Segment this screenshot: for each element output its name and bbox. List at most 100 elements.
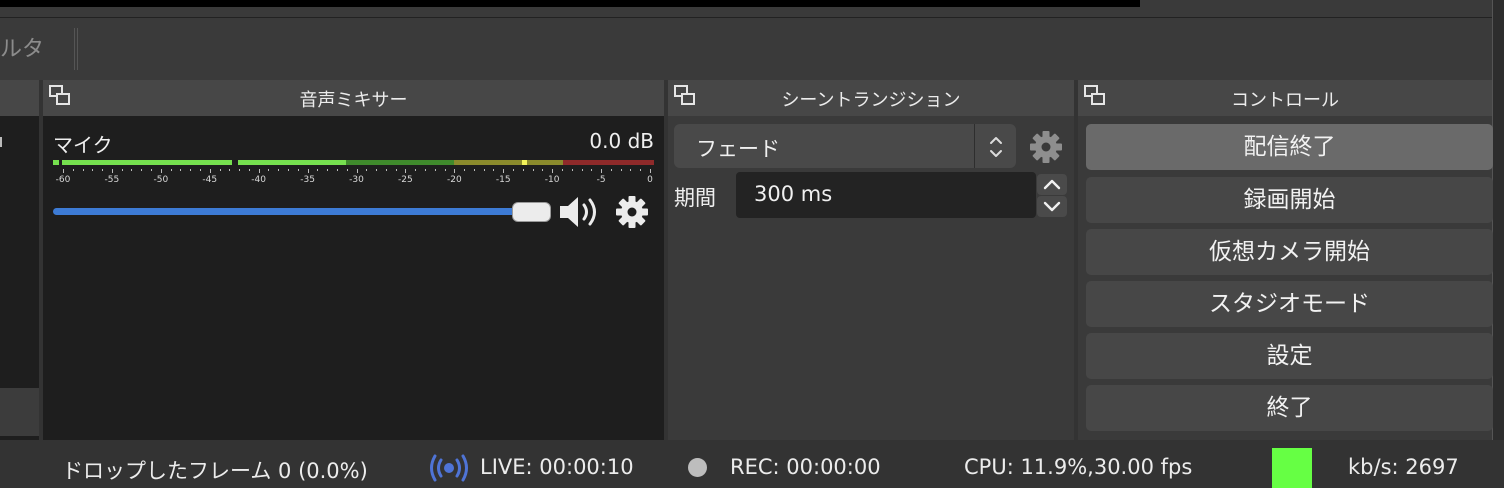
audio-mixer-dock-title: 音声ミキサー — [43, 80, 664, 116]
meter-tick-mark — [229, 169, 231, 171]
duration-value: 300 ms — [754, 182, 833, 206]
meter-tick-mark — [561, 169, 563, 171]
preview-canvas — [0, 0, 1140, 7]
meter-tick-label: 0 — [647, 175, 653, 185]
meter-tick-mark — [258, 169, 260, 173]
live-status: LIVE: 00:00:10 — [480, 455, 634, 479]
meter-tick-label: -60 — [55, 175, 71, 185]
meter-tick-mark — [415, 169, 417, 171]
chevron-up-icon — [1043, 179, 1061, 190]
meter-segment — [62, 160, 232, 165]
meter-tick-mark — [180, 169, 182, 171]
meter-tick-mark — [630, 169, 632, 171]
meter-tick-mark — [424, 169, 426, 171]
meter-tick-mark — [278, 169, 280, 171]
live-broadcast-icon — [430, 454, 468, 482]
meter-tick-mark — [327, 169, 329, 171]
meter-tick-mark — [141, 169, 143, 171]
meter-tick-mark — [493, 169, 495, 171]
toolbar-separator — [74, 28, 78, 70]
meter-tick-mark — [209, 169, 211, 173]
meter-tick-mark — [346, 169, 348, 171]
gear-icon[interactable] — [615, 195, 649, 229]
filters-button-label[interactable]: ルタ — [0, 31, 44, 63]
meter-segment — [454, 160, 524, 165]
meter-tick-mark — [434, 169, 436, 171]
meter-tick-mark — [532, 169, 534, 171]
meter-tick-mark — [503, 169, 505, 173]
meter-tick-mark — [591, 169, 593, 171]
gear-icon[interactable] — [1029, 130, 1063, 164]
meter-tick-mark — [620, 169, 622, 171]
meter-tick-mark — [336, 169, 338, 171]
meter-tick-mark — [219, 169, 221, 171]
duration-label: 期間 — [674, 186, 716, 210]
meter-tick-mark — [601, 169, 603, 173]
start-recording-button[interactable]: 録画開始 — [1086, 177, 1493, 223]
meter-tick-mark — [454, 169, 456, 173]
settings-button[interactable]: 設定 — [1086, 333, 1493, 379]
meter-tick-label: -55 — [104, 175, 120, 185]
meter-tick-label: -25 — [398, 175, 413, 185]
meter-tick-label: -50 — [153, 175, 169, 185]
meter-tick-label: -30 — [349, 175, 364, 185]
meter-tick-mark — [444, 169, 446, 171]
source-item-marker — [0, 137, 2, 147]
exit-button[interactable]: 終了 — [1086, 385, 1493, 431]
speaker-icon[interactable] — [558, 194, 606, 230]
meter-tick-label: -15 — [495, 175, 511, 185]
meter-tick-mark — [111, 169, 113, 173]
volume-slider-handle[interactable] — [512, 202, 551, 222]
vertical-scrollbar[interactable] — [1492, 0, 1504, 440]
scene-transitions-dock-title: シーントランジション — [668, 80, 1074, 116]
dropped-frames-status: ドロップしたフレーム 0 (0.0%) — [62, 459, 368, 483]
sources-dock-title — [0, 80, 39, 116]
meter-segment — [346, 160, 454, 165]
meter-tick-mark — [513, 169, 515, 171]
meter-tick-mark — [483, 169, 485, 171]
meter-tick-mark — [640, 169, 642, 171]
meter-tick-mark — [552, 169, 554, 173]
meter-tick-mark — [170, 169, 172, 171]
meter-tick-mark — [376, 169, 378, 171]
start-virtual-camera-button[interactable]: 仮想カメラ開始 — [1086, 229, 1493, 275]
volume-slider-track[interactable] — [53, 208, 518, 215]
meter-segment — [53, 160, 59, 165]
chevron-updown-icon — [990, 137, 1002, 157]
meter-tick-mark — [190, 169, 192, 171]
meter-tick-mark — [239, 169, 241, 171]
select-divider — [974, 124, 975, 168]
meter-tick-mark — [151, 169, 153, 171]
bitrate-indicator — [1272, 448, 1312, 488]
channel-name: マイク — [53, 133, 113, 157]
audio-mixer-title: 音声ミキサー — [299, 90, 408, 111]
meter-tick-label: -10 — [544, 175, 560, 185]
meter-tick-mark — [581, 169, 583, 171]
cpu-status: CPU: 11.9%,30.00 fps — [964, 455, 1193, 479]
meter-tick-mark — [82, 169, 84, 171]
meter-tick-mark — [92, 169, 94, 171]
meter-tick-mark — [610, 169, 612, 171]
controls-dock-title: コントロール — [1078, 80, 1492, 116]
channel-level: 0.0 dB — [589, 129, 654, 153]
meter-tick-mark — [473, 169, 475, 171]
meter-tick-mark — [268, 169, 270, 171]
meter-tick-mark — [131, 169, 133, 171]
meter-tick-mark — [405, 169, 407, 173]
meter-tick-mark — [542, 169, 544, 171]
scene-transitions-title: シーントランジション — [781, 90, 961, 111]
duration-decrement-button[interactable] — [1037, 196, 1067, 217]
meter-tick-mark — [317, 169, 319, 171]
bitrate-status: kb/s: 2697 — [1348, 455, 1459, 479]
meter-tick-mark — [366, 169, 368, 171]
controls-title: コントロール — [1231, 90, 1339, 111]
sources-toolbar-button[interactable] — [0, 388, 39, 436]
chevron-down-icon — [1043, 201, 1061, 212]
meter-tick-mark — [63, 169, 64, 173]
meter-tick-mark — [356, 169, 358, 173]
stop-streaming-button[interactable]: 配信終了 — [1086, 124, 1493, 170]
meter-tick-mark — [464, 169, 466, 171]
duration-increment-button[interactable] — [1037, 174, 1067, 195]
studio-mode-button[interactable]: スタジオモード — [1086, 281, 1493, 327]
meter-tick-mark — [385, 169, 387, 171]
